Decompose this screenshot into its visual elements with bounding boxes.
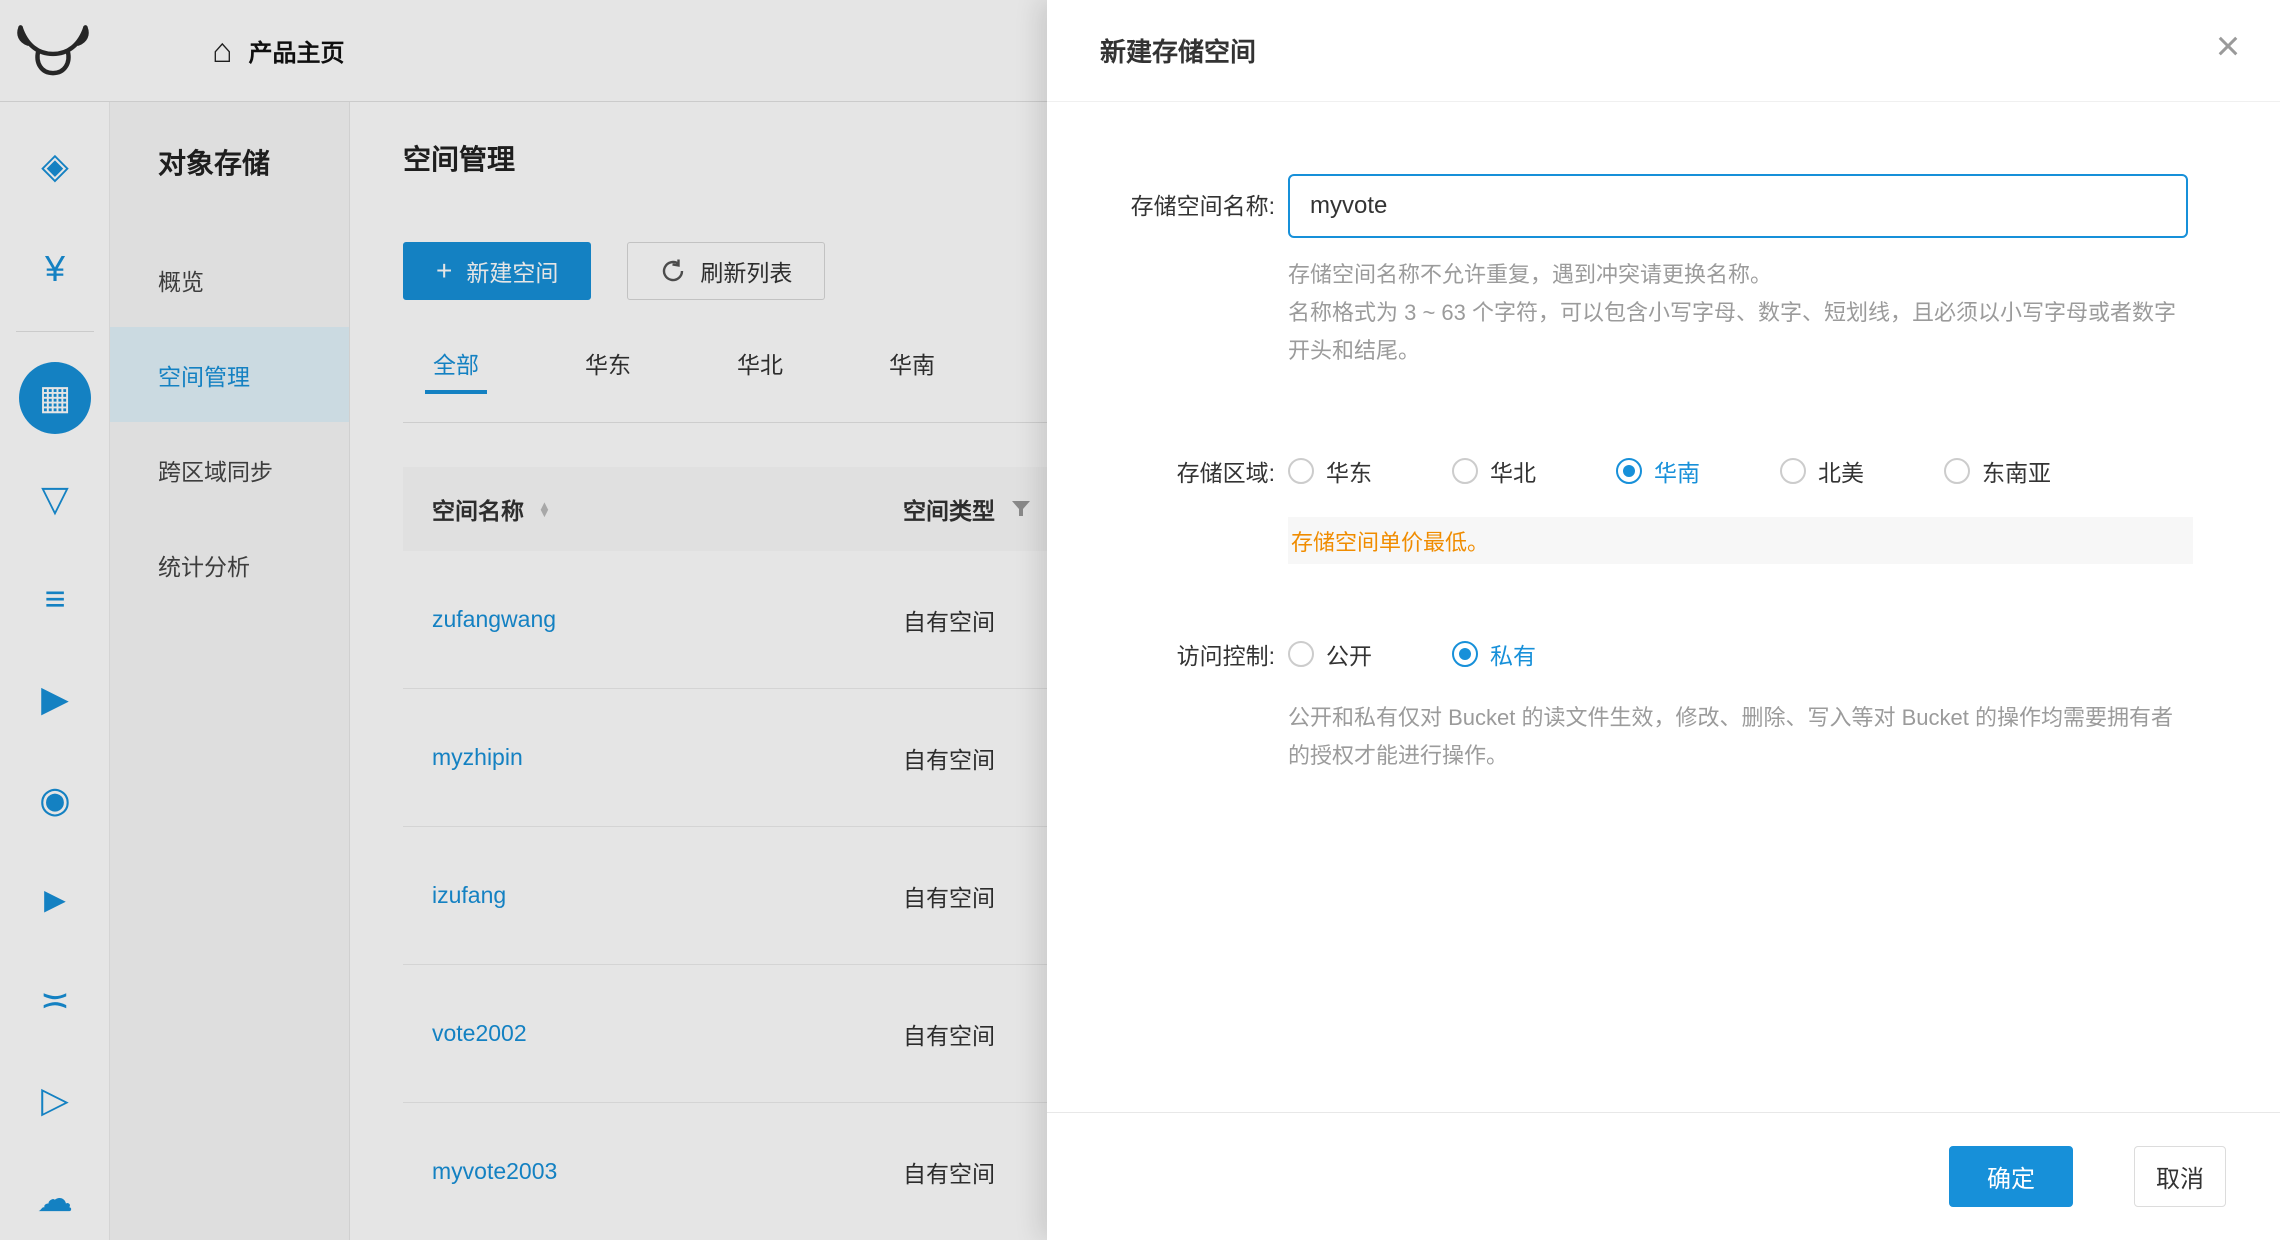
- help-spacer: [1047, 699, 1288, 775]
- bucket-name-help: 存储空间名称不允许重复，遇到冲突请更换名称。 名称格式为 3 ~ 63 个字符，…: [1288, 256, 2178, 370]
- radio-checked-icon: [1452, 641, 1478, 667]
- region-option-huadong[interactable]: 华东: [1288, 454, 1372, 488]
- radio-icon: [1780, 458, 1806, 484]
- region-price-note: 存储空间单价最低。: [1288, 517, 2193, 564]
- radio-checked-icon: [1616, 458, 1642, 484]
- radio-label: 私有: [1490, 637, 1536, 671]
- bucket-name-field: 存储空间名称不允许重复，遇到冲突请更换名称。 名称格式为 3 ~ 63 个字符，…: [1288, 174, 2188, 370]
- confirm-button[interactable]: 确定: [1949, 1146, 2073, 1207]
- bucket-name-help-line1: 存储空间名称不允许重复，遇到冲突请更换名称。: [1288, 256, 2178, 294]
- bucket-name-row: 存储空间名称: 存储空间名称不允许重复，遇到冲突请更换名称。 名称格式为 3 ~…: [1047, 174, 2280, 370]
- radio-icon: [1288, 458, 1314, 484]
- radio-icon: [1452, 458, 1478, 484]
- region-note-row: 存储空间单价最低。: [1047, 517, 2280, 564]
- radio-label: 北美: [1818, 454, 1864, 488]
- region-radio-group: 华东 华北 华南 北美 东南亚: [1288, 454, 2051, 488]
- drawer-footer: 确定 取消: [1047, 1112, 2280, 1240]
- access-radio-group: 公开 私有: [1288, 637, 1536, 671]
- storage-region-row: 存储区域: 华东 华北 华南 北美: [1047, 454, 2280, 488]
- access-control-label: 访问控制:: [1047, 637, 1275, 671]
- close-icon[interactable]: ×: [2204, 22, 2252, 70]
- bucket-name-label: 存储空间名称:: [1047, 174, 1275, 370]
- storage-region-label: 存储区域:: [1047, 454, 1275, 488]
- region-option-beimei[interactable]: 北美: [1780, 454, 1864, 488]
- radio-label: 华北: [1490, 454, 1536, 488]
- region-option-dongnanya[interactable]: 东南亚: [1944, 454, 2051, 488]
- note-spacer: [1047, 517, 1288, 564]
- region-option-huanan[interactable]: 华南: [1616, 454, 1700, 488]
- access-option-public[interactable]: 公开: [1288, 637, 1372, 671]
- create-bucket-drawer: 新建存储空间 × 存储空间名称: 存储空间名称不允许重复，遇到冲突请更换名称。 …: [1047, 0, 2280, 1240]
- access-help-text: 公开和私有仅对 Bucket 的读文件生效，修改、删除、写入等对 Bucket …: [1288, 699, 2178, 775]
- radio-label: 公开: [1326, 637, 1372, 671]
- bucket-name-input[interactable]: [1288, 174, 2188, 238]
- page-root: ⌂ 产品主页 ◈ ¥ ▦ ▽ ≡ ▶ ◉ ► ≍ ▷ ☁ 对象存储 概览 空间管…: [0, 0, 2280, 1240]
- bucket-name-help-line2: 名称格式为 3 ~ 63 个字符，可以包含小写字母、数字、短划线，且必须以小写字…: [1288, 294, 2178, 370]
- region-option-huabei[interactable]: 华北: [1452, 454, 1536, 488]
- access-control-row: 访问控制: 公开 私有: [1047, 637, 2280, 671]
- cancel-button[interactable]: 取消: [2134, 1146, 2226, 1207]
- radio-icon: [1288, 641, 1314, 667]
- drawer-header: 新建存储空间: [1047, 0, 2280, 102]
- access-help-row: 公开和私有仅对 Bucket 的读文件生效，修改、删除、写入等对 Bucket …: [1047, 699, 2280, 775]
- access-option-private[interactable]: 私有: [1452, 637, 1536, 671]
- radio-label: 东南亚: [1982, 454, 2051, 488]
- drawer-title: 新建存储空间: [1100, 32, 1256, 69]
- radio-label: 华东: [1326, 454, 1372, 488]
- radio-icon: [1944, 458, 1970, 484]
- radio-label: 华南: [1654, 454, 1700, 488]
